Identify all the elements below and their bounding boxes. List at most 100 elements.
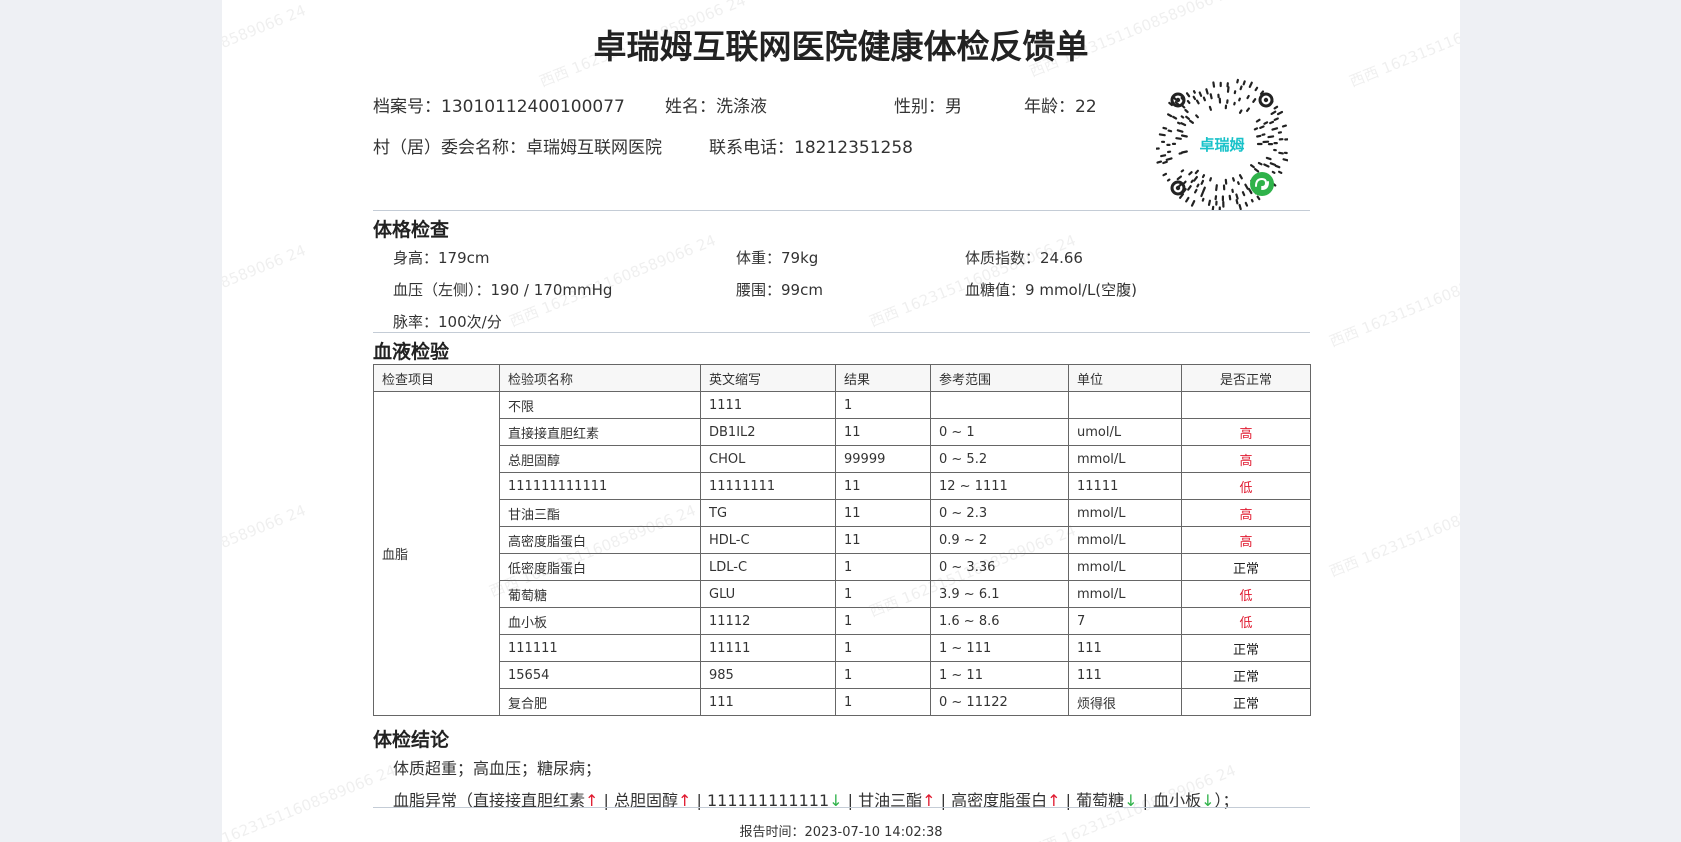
divider <box>373 210 1310 211</box>
item-name-cell: 甘油三酯 <box>499 499 701 527</box>
status-cell <box>1181 391 1311 419</box>
table-row: 111111 11111 1 1 ~ 111 111 正常 <box>374 634 1311 662</box>
result-cell: 1 <box>835 661 931 689</box>
report-paper: 西西 16231511608589066 24 西西 16231511608589… <box>222 0 1460 842</box>
unit-cell: 烦得很 <box>1068 688 1182 716</box>
waist-field: 腰围：99cm <box>736 281 823 299</box>
divider <box>373 332 1310 333</box>
physical-exam-title: 体格检查 <box>373 219 450 241</box>
column-header: 参考范围 <box>930 364 1069 392</box>
mini-program-badge-icon <box>1250 172 1274 196</box>
watermark-text: 西西 16231511608589066 24 <box>222 501 309 600</box>
reference-range-cell: 0 ~ 3.36 <box>930 553 1069 581</box>
unit-cell: 111 <box>1068 634 1182 662</box>
abbreviation-cell: 985 <box>700 661 836 689</box>
contact-phone: 联系电话：18212351258 <box>709 138 913 158</box>
abbreviation-cell: DB1IL2 <box>700 418 836 446</box>
reference-range-cell: 0 ~ 1 <box>930 418 1069 446</box>
unit-cell: mmol/L <box>1068 553 1182 581</box>
item-name-cell: 111111 <box>499 634 701 662</box>
unit-cell: umol/L <box>1068 418 1182 446</box>
unit-cell: mmol/L <box>1068 526 1182 554</box>
status-cell: 正常 <box>1181 688 1311 716</box>
file-number: 档案号：13010112400100077 <box>373 97 625 117</box>
reference-range-cell: 0 ~ 11122 <box>930 688 1069 716</box>
document-title: 卓瑞姆互联网医院健康体检反馈单 <box>593 27 1089 66</box>
item-name-cell: 血小板 <box>499 607 701 635</box>
watermark-text: 西西 16231511608589066 24 <box>1326 251 1460 351</box>
item-name-cell: 高密度脂蛋白 <box>499 526 701 554</box>
column-header: 检验项名称 <box>499 364 701 392</box>
result-cell: 11 <box>835 418 931 446</box>
committee: 村（居）委会名称：卓瑞姆互联网医院 <box>373 138 662 158</box>
result-cell: 99999 <box>835 445 931 473</box>
blood-test-title: 血液检验 <box>373 341 450 363</box>
divider <box>373 807 1310 808</box>
abbreviation-cell: HDL-C <box>700 526 836 554</box>
pulse-field: 脉率：100次/分 <box>393 313 502 331</box>
result-cell: 1 <box>835 391 931 419</box>
abbreviation-cell: GLU <box>700 580 836 608</box>
table-row: 15654 985 1 1 ~ 11 111 正常 <box>374 661 1311 689</box>
status-cell: 正常 <box>1181 634 1311 662</box>
reference-range-cell <box>930 391 1069 419</box>
unit-cell: 11111 <box>1068 472 1182 500</box>
table-row: 甘油三酯 TG 11 0 ~ 2.3 mmol/L 高 <box>374 499 1311 527</box>
reference-range-cell: 1 ~ 11 <box>930 661 1069 689</box>
reference-range-cell: 1 ~ 111 <box>930 634 1069 662</box>
blood-test-table: 检查项目 检验项名称 英文缩写 结果 参考范围 单位 是否正常 血脂 不限 1111… <box>373 364 1311 716</box>
unit-cell: mmol/L <box>1068 580 1182 608</box>
table-row: 血脂 不限 1111 1 <box>373 391 1311 716</box>
status-cell: 正常 <box>1181 553 1311 581</box>
patient-gender: 性别：男 <box>894 97 962 117</box>
category-cell: 血脂 <box>373 391 500 716</box>
result-cell: 11 <box>835 499 931 527</box>
blood-pressure-field: 血压（左侧）：190 / 170mmHg <box>393 281 613 299</box>
column-header: 单位 <box>1068 364 1182 392</box>
reference-range-cell: 12 ~ 1111 <box>930 472 1069 500</box>
patient-name: 姓名：洗涤液 <box>665 97 767 117</box>
table-row: 葡萄糖 GLU 1 3.9 ~ 6.1 mmol/L 低 <box>374 580 1311 608</box>
table-header-row: 检查项目 检验项名称 英文缩写 结果 参考范围 单位 是否正常 <box>373 364 1311 392</box>
result-cell: 1 <box>835 688 931 716</box>
weight-field: 体重：79kg <box>736 249 819 267</box>
item-name-cell: 葡萄糖 <box>499 580 701 608</box>
unit-cell: mmol/L <box>1068 445 1182 473</box>
column-header: 英文缩写 <box>700 364 836 392</box>
patient-age: 年龄：22 <box>1024 97 1097 117</box>
item-name-cell: 复合肥 <box>499 688 701 716</box>
status-cell: 低 <box>1181 607 1311 635</box>
abbreviation-cell: TG <box>700 499 836 527</box>
unit-cell <box>1068 391 1182 419</box>
reference-range-cell: 0.9 ~ 2 <box>930 526 1069 554</box>
abbreviation-cell: 1111 <box>700 391 836 419</box>
table-row: 111111111111 11111111 11 12 ~ 1111 11111 低 <box>374 472 1311 500</box>
conclusion-summary: 体质超重；高血压；糖尿病； <box>393 759 602 778</box>
result-cell: 11 <box>835 472 931 500</box>
column-header: 结果 <box>835 364 931 392</box>
result-cell: 1 <box>835 607 931 635</box>
status-cell: 高 <box>1181 499 1311 527</box>
item-name-cell: 总胆固醇 <box>499 445 701 473</box>
abbreviation-cell: 11111 <box>700 634 836 662</box>
watermark-text: 西西 16231511608589066 24 <box>1326 481 1460 581</box>
table-row: 高密度脂蛋白 HDL-C 11 0.9 ~ 2 mmol/L 高 <box>374 526 1311 554</box>
table-row: 低密度脂蛋白 LDL-C 1 0 ~ 3.36 mmol/L 正常 <box>374 553 1311 581</box>
status-cell: 高 <box>1181 526 1311 554</box>
abbreviation-cell: 111 <box>700 688 836 716</box>
qr-code-icon[interactable]: 卓瑞姆 <box>1156 78 1288 210</box>
status-cell: 低 <box>1181 472 1311 500</box>
table-row: 复合肥 111 1 0 ~ 11122 烦得很 正常 <box>374 688 1311 716</box>
item-name-cell: 不限 <box>499 391 701 419</box>
abbreviation-cell: CHOL <box>700 445 836 473</box>
reference-range-cell: 0 ~ 2.3 <box>930 499 1069 527</box>
item-name-cell: 111111111111 <box>499 472 701 500</box>
reference-range-cell: 0 ~ 5.2 <box>930 445 1069 473</box>
abbreviation-cell: 11111111 <box>700 472 836 500</box>
status-cell: 低 <box>1181 580 1311 608</box>
watermark-text: 西西 16231511608589066 24 <box>222 241 309 340</box>
reference-range-cell: 1.6 ~ 8.6 <box>930 607 1069 635</box>
result-cell: 1 <box>835 553 931 581</box>
status-cell: 正常 <box>1181 661 1311 689</box>
unit-cell: mmol/L <box>1068 499 1182 527</box>
